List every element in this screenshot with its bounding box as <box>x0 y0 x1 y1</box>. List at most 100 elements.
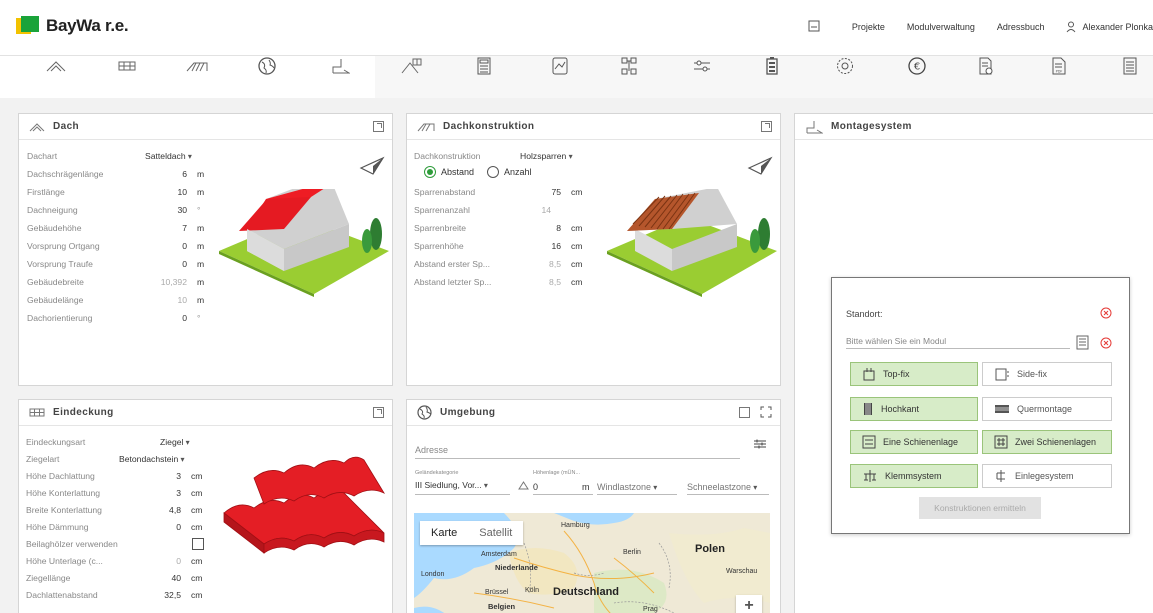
option-label: Side-fix <box>1017 369 1048 379</box>
panel-chart-icon[interactable] <box>548 56 572 76</box>
globe-icon[interactable] <box>255 56 279 76</box>
montagesystem-title: Montagesystem <box>831 121 912 132</box>
option-label: Quermontage <box>1017 404 1073 414</box>
user-icon <box>1067 21 1076 33</box>
brand-logo[interactable]: BayWa r.e. <box>16 16 129 36</box>
icon-toolbar: € PDF <box>0 56 1153 98</box>
field-label: Höhe Dämmung <box>26 522 89 532</box>
option-side-fix[interactable]: Side-fix <box>982 362 1112 386</box>
field-value-input[interactable]: 7 <box>147 223 187 233</box>
field-value-input[interactable]: 30 <box>147 205 187 215</box>
calculator-icon[interactable] <box>472 56 496 76</box>
settings-sliders-icon[interactable] <box>690 56 714 76</box>
dachkonstruktion-select[interactable]: Holzsparren <box>520 151 573 161</box>
field-label: Ziegellänge <box>26 573 71 583</box>
field-value-input[interactable]: 3 <box>151 471 181 481</box>
field-value-input[interactable]: 0 <box>147 241 187 251</box>
hoehe-line <box>533 494 593 495</box>
option-eine-schienenlage[interactable]: Eine Schienenlage <box>850 430 978 454</box>
field-label: Beilaghölzer verwenden <box>26 539 118 549</box>
nav-adressbuch[interactable]: Adressbuch <box>997 22 1045 32</box>
eindeckungsart-select[interactable]: Ziegel <box>160 437 190 447</box>
field-value-input[interactable]: 6 <box>147 169 187 179</box>
expand-icon[interactable] <box>739 407 750 418</box>
radio-anzahl[interactable]: Anzahl <box>487 166 532 178</box>
field-value-input[interactable]: 0 <box>147 259 187 269</box>
pdf-icon[interactable]: PDF <box>1047 56 1071 76</box>
filter-sliders-icon[interactable] <box>753 438 767 450</box>
map-label-amsterdam: Amsterdam <box>481 551 517 558</box>
fullscreen-icon[interactable] <box>760 406 772 418</box>
map-label-london: London <box>421 571 445 578</box>
field-label: Gebäudelänge <box>27 295 84 305</box>
schneelastzone-select[interactable]: Schneelastzone <box>687 482 757 492</box>
modul-input[interactable]: Bitte wählen Sie ein Modul <box>846 336 946 346</box>
address-input[interactable]: Adresse <box>415 445 448 455</box>
map-zoom-in-button[interactable]: + <box>736 595 762 613</box>
nav-modulverwaltung[interactable]: Modulverwaltung <box>907 22 975 32</box>
option-top-fix[interactable]: Top-fix <box>850 362 978 386</box>
dachkonstruktion-type-row: Dachkonstruktion Holzsparren <box>414 148 654 164</box>
field-value-input[interactable]: 75 <box>529 187 561 197</box>
tile-icon[interactable] <box>115 56 139 76</box>
option-label: Eine Schienenlage <box>883 437 959 447</box>
roof-structure-icon[interactable] <box>185 56 209 76</box>
field-value-input[interactable]: 8 <box>529 223 561 233</box>
clear-standort-icon[interactable] <box>1100 307 1112 321</box>
expand-icon[interactable] <box>761 121 772 132</box>
field-value-input[interactable]: 3 <box>151 488 181 498</box>
field-value-input[interactable]: 4,8 <box>151 505 181 515</box>
roof-icon[interactable] <box>44 56 68 76</box>
field-label: Dachart <box>27 151 58 161</box>
euro-icon[interactable]: € <box>905 56 929 76</box>
nav-projekte[interactable]: Projekte <box>852 22 885 32</box>
option-einlegesystem[interactable]: Einlegesystem <box>982 464 1112 488</box>
clear-modul-icon[interactable] <box>1100 337 1112 351</box>
option-hochkant[interactable]: Hochkant <box>850 397 978 421</box>
hoehe-input[interactable]: 0 <box>533 482 538 492</box>
network-icon[interactable] <box>617 56 641 76</box>
field-value-input[interactable]: 10 <box>147 187 187 197</box>
konstruktionen-ermitteln-button[interactable]: Konstruktionen ermitteln <box>919 497 1041 519</box>
dachart-select[interactable]: Satteldach <box>145 151 192 161</box>
list-document-icon[interactable] <box>1118 56 1142 76</box>
field-value-input[interactable]: 16 <box>529 241 561 251</box>
option-label: Einlegesystem <box>1015 471 1074 481</box>
field-value-input[interactable]: 40 <box>151 573 181 583</box>
radio-abstand[interactable]: Abstand <box>424 166 474 178</box>
field-value: 14 <box>541 205 551 215</box>
elevation-icon <box>518 481 529 490</box>
expand-icon[interactable] <box>373 407 384 418</box>
document-check-icon[interactable] <box>974 56 998 76</box>
field-value-input[interactable]: 32,5 <box>151 590 181 600</box>
map-tab-satellit[interactable]: Satellit <box>468 521 523 545</box>
battery-icon[interactable] <box>760 56 784 76</box>
windlastzone-select[interactable]: Windlastzone <box>597 482 657 492</box>
dachkonstruktion-panel: Dachkonstruktion Dachkonstruktion Holzsp… <box>406 113 781 386</box>
map-view[interactable]: Karte Satellit Hamburg Amsterdam Niederl… <box>414 513 770 613</box>
option-quermontage[interactable]: Quermontage <box>982 397 1112 421</box>
ziegelart-select[interactable]: Betondachstein <box>119 454 185 464</box>
sun-shade-icon[interactable] <box>833 56 857 76</box>
dach-row: Dachschrägenlänge 6 m <box>27 166 267 182</box>
field-value-input[interactable]: 0 <box>147 313 187 323</box>
mounting-icon[interactable] <box>328 56 352 76</box>
option-zwei-schienenlagen[interactable]: Zwei Schienenlagen <box>982 430 1112 454</box>
ein-row: Dachlattenabstand 32,5 cm <box>26 587 266 603</box>
roof-grid-icon[interactable] <box>400 56 424 76</box>
hoehe-label: Höhenlage (mÜN... <box>533 470 581 476</box>
expand-icon[interactable] <box>373 121 384 132</box>
field-unit: m <box>197 259 205 269</box>
option-klemmsystem[interactable]: Klemmsystem <box>850 464 978 488</box>
user-menu[interactable]: Alexander Plonka <box>1066 21 1153 33</box>
module-list-icon[interactable] <box>1076 335 1089 352</box>
field-value: 8,5 <box>549 259 561 269</box>
gelaende-select[interactable]: III Siedlung, Vor... <box>415 480 488 490</box>
field-label: Firstlänge <box>27 187 65 197</box>
beilaghoelzer-checkbox[interactable] <box>192 538 204 550</box>
eindeckung-panel: Eindeckung Eindeckungsart Ziegel Ziegelar… <box>18 399 393 613</box>
save-icon[interactable] <box>808 20 820 34</box>
brand-name: BayWa r.e. <box>46 16 129 35</box>
field-value-input[interactable]: 0 <box>151 522 181 532</box>
map-tab-karte[interactable]: Karte <box>420 521 468 545</box>
